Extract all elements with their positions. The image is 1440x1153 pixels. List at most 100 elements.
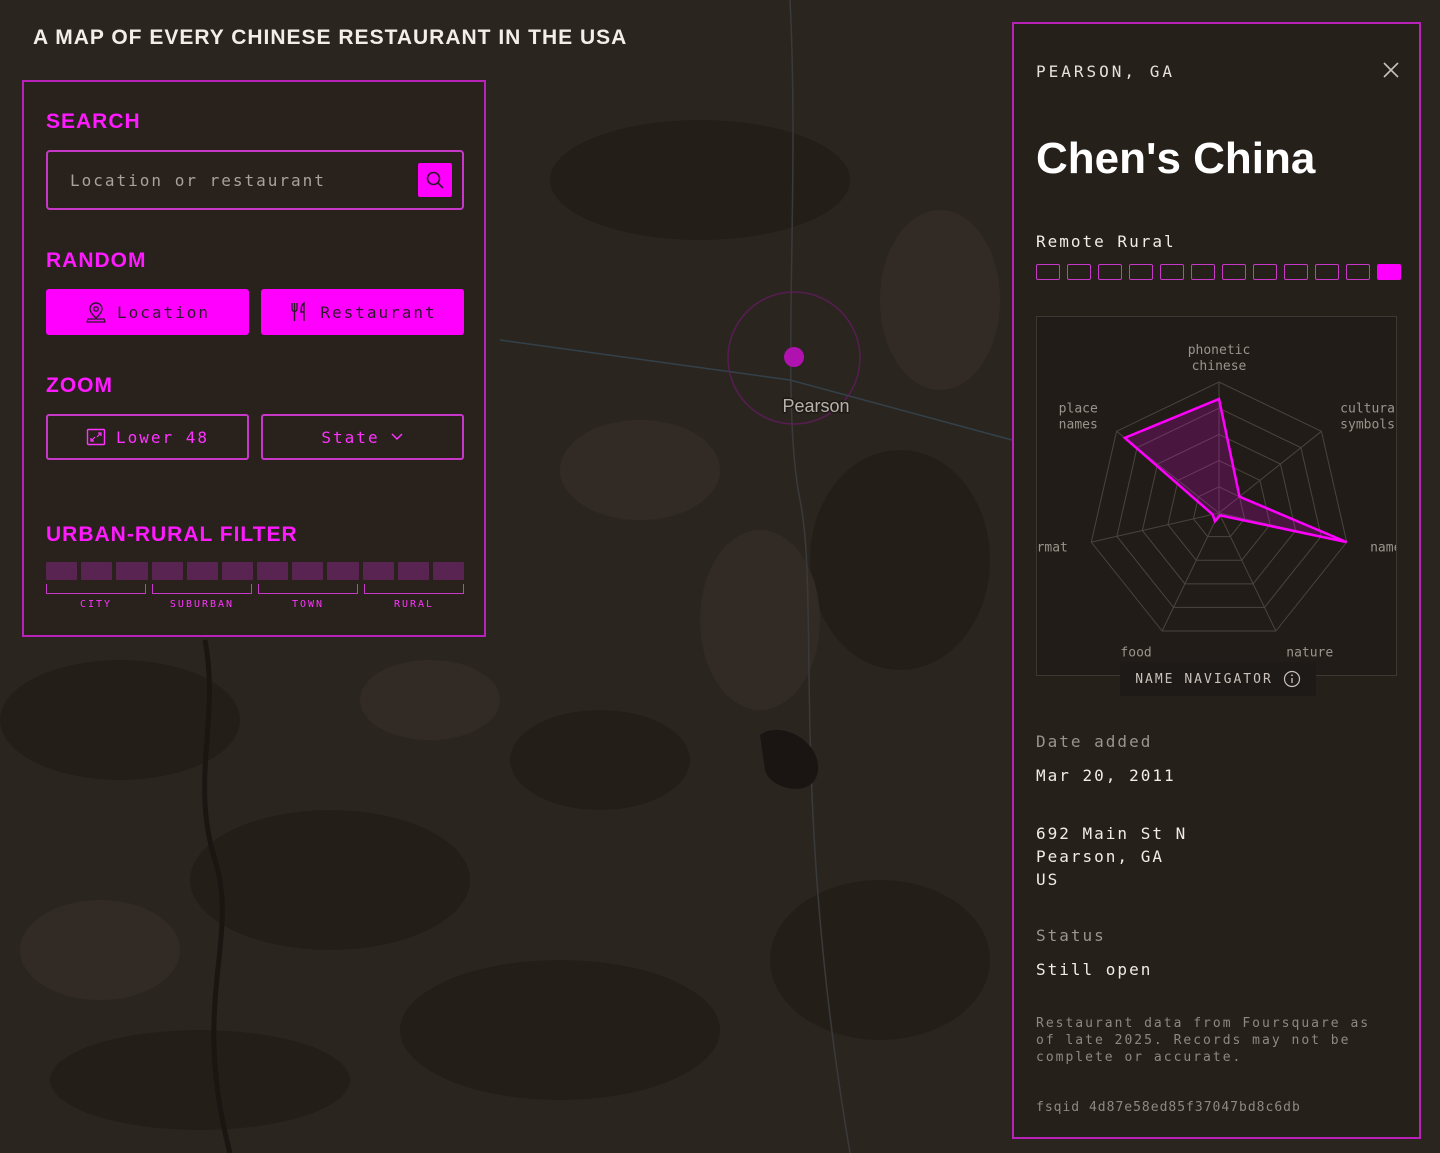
filter-segment[interactable] <box>397 562 429 580</box>
info-icon[interactable] <box>1283 670 1301 688</box>
filter-segment[interactable] <box>151 562 183 580</box>
search-button[interactable] <box>418 163 452 197</box>
radar-axis-label-line: format <box>1037 540 1068 555</box>
rural-level-segment <box>1129 264 1153 280</box>
date-added-label: Date added <box>1036 732 1153 751</box>
zoom-lower48-button[interactable]: Lower 48 <box>46 414 249 460</box>
rural-level-segment <box>1098 264 1122 280</box>
random-restaurant-button[interactable]: Restaurant <box>261 289 464 335</box>
random-location-button[interactable]: Location <box>46 289 249 335</box>
rural-level-segment <box>1284 264 1308 280</box>
expand-map-icon <box>86 428 106 446</box>
urban-rural-heading: URBAN-RURAL FILTER <box>46 523 298 546</box>
restaurant-name: Chen's China <box>1036 134 1316 183</box>
close-icon[interactable] <box>1383 62 1399 78</box>
radar-axis-label-phonetic: phonetic chinese <box>1188 343 1251 374</box>
filter-segment[interactable] <box>221 562 254 580</box>
radar-axis-label-line: nature <box>1286 646 1333 661</box>
filter-label-city[interactable]: CITY <box>46 599 146 610</box>
filter-label-rural[interactable]: RURAL <box>364 599 464 610</box>
rural-level-segment <box>1067 264 1091 280</box>
search-input[interactable] <box>48 152 408 208</box>
fsqid: fsqid 4d87e58ed85f37047bd8c6db <box>1036 1100 1301 1115</box>
status-value: Still open <box>1036 960 1153 979</box>
filter-segment[interactable] <box>257 562 289 580</box>
filter-bracket-city <box>46 584 146 594</box>
filter-labels: CITY SUBURBAN TOWN RURAL <box>46 599 464 610</box>
zoom-heading: ZOOM <box>46 374 113 397</box>
radar-axis-label-line: phonetic <box>1188 343 1251 358</box>
name-navigator-chart: phoneticchinese culturalsymbols names natur… <box>1021 316 1409 676</box>
radar-axis-label-food: food <box>1120 646 1151 661</box>
map-place-label: Pearson <box>782 396 849 416</box>
radar-axis-label-line: chinese <box>1192 359 1247 374</box>
search-heading: SEARCH <box>46 110 141 133</box>
address-line-2: Pearson, GA <box>1036 847 1164 866</box>
date-added-value: Mar 20, 2011 <box>1036 766 1176 785</box>
urban-rural-filter[interactable] <box>46 562 465 580</box>
rural-level-segment <box>1036 264 1060 280</box>
zoom-lower48-label: Lower 48 <box>115 427 210 447</box>
radar-spoke <box>1161 512 1220 632</box>
zoom-state-label: State <box>321 427 380 447</box>
map-pin-icon <box>86 302 106 323</box>
rural-level-segment <box>1315 264 1339 280</box>
filter-segment[interactable] <box>46 562 78 580</box>
filter-bracket-town <box>258 584 358 594</box>
filter-segment[interactable] <box>292 562 324 580</box>
filter-segment[interactable] <box>432 562 465 580</box>
rural-level-segment <box>1253 264 1277 280</box>
radar-axis-label-names: names <box>1370 540 1396 555</box>
filter-group-brackets <box>46 584 464 594</box>
status-label: Status <box>1036 926 1106 945</box>
filter-segment[interactable] <box>116 562 148 580</box>
name-navigator-tab[interactable]: NAME NAVIGATOR <box>1120 662 1316 696</box>
filter-label-suburban[interactable]: SUBURBAN <box>152 599 252 610</box>
name-navigator-label: NAME NAVIGATOR <box>1135 671 1273 687</box>
app-title: A MAP OF EVERY CHINESE RESTAURANT IN THE… <box>33 26 628 49</box>
radar-axis-label-line: food <box>1120 646 1151 661</box>
address-line-1: 692 Main St N <box>1036 824 1188 843</box>
filter-segment[interactable] <box>81 562 113 580</box>
radar-series <box>1122 397 1348 544</box>
radar-axis-label-line: symbols <box>1340 417 1395 432</box>
control-panel: SEARCH RANDOM Location Restaurant ZOOM <box>22 80 486 637</box>
random-restaurant-label: Restaurant <box>320 302 437 322</box>
rural-level-segment <box>1160 264 1184 280</box>
filter-bracket-rural <box>364 584 464 594</box>
restaurant-marker[interactable] <box>784 347 804 367</box>
chevron-down-icon <box>391 433 403 441</box>
radar-axis-label-line: cultural <box>1340 401 1396 416</box>
random-location-label: Location <box>116 302 211 322</box>
rural-level-segment <box>1222 264 1246 280</box>
filter-label-town[interactable]: TOWN <box>258 599 358 610</box>
radar-chart: phoneticchinese culturalsymbols names natur… <box>1021 343 1409 661</box>
address-block: 692 Main St N Pearson, GA US <box>1036 822 1187 891</box>
filter-segment[interactable] <box>327 562 359 580</box>
radar-spoke <box>1218 512 1277 632</box>
utensils-icon <box>291 301 306 321</box>
radar-axis-label-place: place names <box>1059 401 1098 432</box>
detail-location: PEARSON, GA <box>1036 62 1175 81</box>
restaurant-detail-panel: PEARSON, GA Chen's China Remote Rural ph… <box>1012 22 1421 1139</box>
rural-level-active <box>1377 264 1401 280</box>
radar-axis-label-nature: nature <box>1286 646 1333 661</box>
rural-level-meter <box>1036 264 1401 280</box>
search-box <box>46 150 464 210</box>
radar-axis-label-format: format <box>1037 540 1068 555</box>
radar-axis-label-cultural: culturalsymbols <box>1340 401 1396 432</box>
filter-bracket-suburban <box>152 584 252 594</box>
classification-label: Remote Rural <box>1036 232 1176 251</box>
rural-level-segment <box>1191 264 1215 280</box>
filter-segment[interactable] <box>186 562 218 580</box>
random-heading: RANDOM <box>46 249 147 272</box>
search-icon <box>426 171 444 189</box>
radar-axis-label-line: names <box>1370 540 1396 555</box>
rural-level-segment <box>1346 264 1370 280</box>
radar-axis-label-line: names <box>1059 417 1098 432</box>
address-line-3: US <box>1036 870 1060 889</box>
filter-segment[interactable] <box>362 562 394 580</box>
radar-axis-label-line: place <box>1059 401 1098 416</box>
data-source-note: Restaurant data from Foursquare as of la… <box>1036 1016 1371 1065</box>
zoom-state-dropdown[interactable]: State <box>261 414 464 460</box>
